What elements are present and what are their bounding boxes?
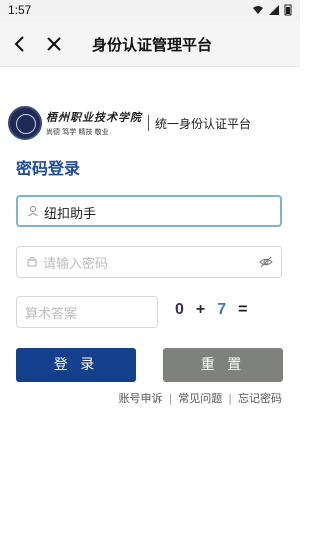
captcha-answer-input[interactable]: 算术答案	[16, 296, 158, 328]
eye-off-icon[interactable]	[259, 255, 273, 269]
page-title: 身份认证管理平台	[92, 36, 213, 54]
captcha-equals: =	[238, 301, 248, 318]
password-login-title: 密码登录	[16, 159, 81, 178]
status-bar: 1:57	[0, 0, 300, 22]
link-separator: |	[168, 391, 173, 405]
reset-button[interactable]: 重 置	[163, 348, 283, 382]
password-field[interactable]: 请输入密码	[16, 246, 282, 278]
appeal-link[interactable]: 账号申诉	[119, 390, 163, 406]
faq-link[interactable]: 常见问题	[178, 390, 222, 406]
login-button[interactable]: 登 录	[16, 348, 136, 382]
platform-name: 统一身份认证平台	[155, 116, 252, 131]
signal-icon	[269, 5, 279, 15]
school-logo-text: 梧州职业技术学院 尚德 笃学 精技 敬业	[46, 109, 142, 137]
status-time: 1:57	[8, 3, 32, 17]
school-seal-icon	[8, 106, 42, 140]
school-name: 梧州职业技术学院	[46, 111, 142, 124]
lock-icon	[27, 256, 37, 267]
battery-icon	[284, 4, 292, 16]
user-icon	[28, 206, 38, 217]
captcha-digit-a: 0	[175, 301, 184, 318]
school-motto: 尚德 笃学 精技 敬业	[46, 128, 109, 136]
username-field[interactable]: 纽扣助手	[16, 195, 282, 227]
wifi-icon	[253, 6, 263, 14]
app-bar: 身份认证管理平台	[0, 22, 300, 67]
help-links: 账号申诉 | 常见问题 | 忘记密码	[119, 390, 282, 406]
captcha-placeholder[interactable]: 算术答案	[25, 303, 77, 322]
status-icons	[252, 4, 292, 16]
captcha-digit-b: 7	[217, 301, 227, 318]
username-value[interactable]: 纽扣助手	[44, 203, 96, 222]
logo-divider	[148, 115, 149, 131]
forgot-password-link[interactable]: 忘记密码	[238, 390, 282, 406]
captcha-operator: +	[195, 301, 206, 318]
close-icon[interactable]	[44, 34, 64, 54]
password-placeholder[interactable]: 请输入密码	[43, 253, 108, 272]
school-logo-row: 梧州职业技术学院 尚德 笃学 精技 敬业 统一身份认证平台	[8, 103, 292, 143]
back-arrow-icon[interactable]	[10, 34, 30, 54]
captcha-question[interactable]: 0 + 7 =	[175, 301, 248, 319]
link-separator: |	[228, 391, 232, 405]
